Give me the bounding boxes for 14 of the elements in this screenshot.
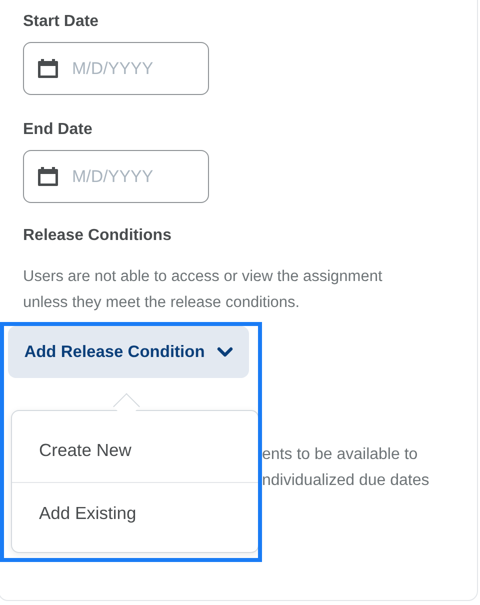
date-placeholder: M/D/YYYY: [72, 166, 154, 186]
date-placeholder: M/D/YYYY: [72, 58, 154, 78]
field-label: Start Date: [23, 13, 100, 31]
calendar-icon: [38, 167, 58, 186]
menu-item[interactable]: Create New: [12, 419, 258, 482]
chevron-down-icon: [216, 346, 233, 358]
section-heading: Release Conditions: [23, 227, 172, 245]
field-label: End Date: [23, 121, 94, 139]
description-text: ents to be available to: [262, 445, 419, 465]
description-text: ndividualized due dates: [262, 471, 430, 491]
description-text: Users are not able to access or view the assignment unless they meet the release conditions.: [23, 267, 384, 313]
add-release-condition-button[interactable]: Add Release Condition: [8, 326, 249, 378]
calendar-icon: [38, 59, 58, 78]
menu-item[interactable]: Add Existing: [12, 482, 258, 544]
